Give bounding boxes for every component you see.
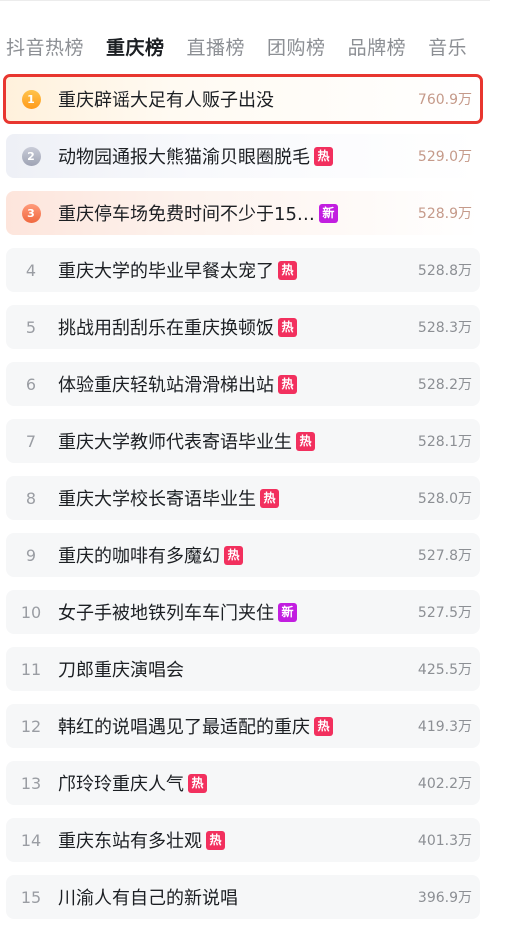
top-divider bbox=[0, 0, 490, 1]
item-title-text: 重庆的咖啡有多魔幻 bbox=[58, 546, 220, 567]
list-item[interactable]: 3 重庆停车场免费时间不少于15… 新 528.9万 bbox=[6, 191, 480, 235]
list-item[interactable]: 9 重庆的咖啡有多魔幻热 527.8万 bbox=[6, 533, 480, 577]
item-title-text: 女子手被地铁列车车门夹住 bbox=[58, 603, 274, 624]
heat-value: 528.9万 bbox=[417, 206, 472, 222]
rank-number: 1 bbox=[18, 77, 44, 121]
heat-value: 528.3万 bbox=[417, 320, 472, 336]
hot-badge: 热 bbox=[206, 830, 225, 850]
rank-number: 9 bbox=[25, 545, 37, 565]
hot-badge: 热 bbox=[296, 431, 315, 451]
hot-badge: 热 bbox=[224, 545, 243, 565]
heat-value: 529.0万 bbox=[417, 149, 472, 165]
rank-number: 7 bbox=[25, 431, 37, 451]
heat-value: 401.3万 bbox=[417, 833, 472, 849]
heat-value: 760.9万 bbox=[417, 92, 472, 108]
rank-number: 14 bbox=[20, 830, 42, 850]
category-tabs: 抖音热榜 重庆榜 直播榜 团购榜 品牌榜 音乐 bbox=[6, 30, 513, 62]
item-title-text: 重庆停车场免费时间不少于15… bbox=[58, 204, 315, 225]
hot-badge: 热 bbox=[278, 260, 297, 280]
rank-number: 15 bbox=[20, 887, 42, 907]
heat-value: 527.5万 bbox=[417, 605, 472, 621]
heat-value: 419.3万 bbox=[417, 719, 472, 735]
rank-number: 10 bbox=[20, 602, 42, 622]
list-item[interactable]: 8 重庆大学校长寄语毕业生热 528.0万 bbox=[6, 476, 480, 520]
tab-1[interactable]: 重庆榜 bbox=[106, 33, 165, 60]
hot-badge: 热 bbox=[278, 374, 297, 394]
heat-value: 528.1万 bbox=[417, 434, 472, 450]
tab-5[interactable]: 音乐 bbox=[428, 33, 467, 60]
item-title: 重庆停车场免费时间不少于15… 新 bbox=[58, 191, 385, 235]
item-title: 动物园通报大熊猫渝贝眼圈脱毛热 bbox=[58, 134, 385, 178]
list-item[interactable]: 4 重庆大学的毕业早餐太宠了热 528.8万 bbox=[6, 248, 480, 292]
tab-3[interactable]: 团购榜 bbox=[267, 33, 326, 60]
list-item[interactable]: 14 重庆东站有多壮观热 401.3万 bbox=[6, 818, 480, 862]
item-title-text: 重庆大学教师代表寄语毕业生 bbox=[58, 432, 292, 453]
rank-number: 11 bbox=[20, 659, 42, 679]
rank-number: 12 bbox=[20, 716, 42, 736]
list-item[interactable]: 13 邝玲玲重庆人气热 402.2万 bbox=[6, 761, 480, 805]
hot-badge: 热 bbox=[260, 488, 279, 508]
item-title-text: 动物园通报大熊猫渝贝眼圈脱毛 bbox=[58, 147, 310, 168]
rank-number: 4 bbox=[25, 260, 37, 280]
item-title: 重庆大学的毕业早餐太宠了热 bbox=[58, 248, 385, 292]
item-title: 女子手被地铁列车车门夹住新 bbox=[58, 590, 385, 634]
item-title-text: 邝玲玲重庆人气 bbox=[58, 774, 184, 795]
heat-value: 402.2万 bbox=[417, 776, 472, 792]
rank-number: 13 bbox=[20, 773, 42, 793]
gold-medal-icon: 1 bbox=[21, 89, 41, 109]
list-item[interactable]: 15 川渝人有自己的新说唱 396.9万 bbox=[6, 875, 480, 919]
item-title: 重庆的咖啡有多魔幻热 bbox=[58, 533, 385, 577]
item-title-text: 重庆东站有多壮观 bbox=[58, 831, 202, 852]
rank-number: 3 bbox=[18, 191, 44, 235]
list-item[interactable]: 7 重庆大学教师代表寄语毕业生热 528.1万 bbox=[6, 419, 480, 463]
hot-badge: 热 bbox=[188, 773, 207, 793]
item-title: 刀郎重庆演唱会 bbox=[58, 647, 385, 691]
item-title: 韩红的说唱遇见了最适配的重庆热 bbox=[58, 704, 385, 748]
tab-0[interactable]: 抖音热榜 bbox=[6, 33, 84, 60]
item-title: 挑战用刮刮乐在重庆换顿饭热 bbox=[58, 305, 385, 349]
list-item[interactable]: 12 韩红的说唱遇见了最适配的重庆热 419.3万 bbox=[6, 704, 480, 748]
rank-number: 6 bbox=[25, 374, 37, 394]
tab-2[interactable]: 直播榜 bbox=[187, 33, 246, 60]
item-title: 重庆大学校长寄语毕业生热 bbox=[58, 476, 385, 520]
bronze-medal-icon: 3 bbox=[21, 203, 41, 223]
item-title-text: 川渝人有自己的新说唱 bbox=[58, 888, 238, 909]
new-badge: 新 bbox=[278, 602, 297, 622]
heat-value: 527.8万 bbox=[417, 548, 472, 564]
item-title-text: 重庆大学的毕业早餐太宠了 bbox=[58, 261, 274, 282]
heat-value: 396.9万 bbox=[417, 890, 472, 906]
item-title: 重庆辟谣大足有人贩子出没 bbox=[58, 77, 385, 121]
item-title-text: 重庆大学校长寄语毕业生 bbox=[58, 489, 256, 510]
item-title-text: 韩红的说唱遇见了最适配的重庆 bbox=[58, 717, 310, 738]
item-title-text: 刀郎重庆演唱会 bbox=[58, 660, 184, 681]
heat-value: 528.2万 bbox=[417, 377, 472, 393]
item-title-text: 挑战用刮刮乐在重庆换顿饭 bbox=[58, 318, 274, 339]
rank-number: 2 bbox=[18, 134, 44, 178]
rank-number: 5 bbox=[25, 317, 37, 337]
heat-value: 425.5万 bbox=[417, 662, 472, 678]
item-title: 重庆大学教师代表寄语毕业生热 bbox=[58, 419, 385, 463]
hot-badge: 热 bbox=[314, 146, 333, 166]
rank-number: 8 bbox=[25, 488, 37, 508]
list-item[interactable]: 5 挑战用刮刮乐在重庆换顿饭热 528.3万 bbox=[6, 305, 480, 349]
list-item[interactable]: 2 动物园通报大熊猫渝贝眼圈脱毛热 529.0万 bbox=[6, 134, 480, 178]
tab-4[interactable]: 品牌榜 bbox=[348, 33, 407, 60]
silver-medal-icon: 2 bbox=[21, 146, 41, 166]
hot-list: 1 重庆辟谣大足有人贩子出没 760.9万 2 动物园通报大熊猫渝贝眼圈脱毛热 529.0… bbox=[3, 74, 483, 932]
item-title-text: 重庆辟谣大足有人贩子出没 bbox=[58, 90, 274, 111]
list-item[interactable]: 6 体验重庆轻轨站滑滑梯出站热 528.2万 bbox=[6, 362, 480, 406]
list-item[interactable]: 10 女子手被地铁列车车门夹住新 527.5万 bbox=[6, 590, 480, 634]
item-title-text: 体验重庆轻轨站滑滑梯出站 bbox=[58, 375, 274, 396]
hot-badge: 热 bbox=[314, 716, 333, 736]
new-badge: 新 bbox=[318, 203, 338, 223]
item-title: 邝玲玲重庆人气热 bbox=[58, 761, 385, 805]
item-title: 川渝人有自己的新说唱 bbox=[58, 875, 385, 919]
hot-badge: 热 bbox=[278, 317, 297, 337]
item-title: 体验重庆轻轨站滑滑梯出站热 bbox=[58, 362, 385, 406]
heat-value: 528.0万 bbox=[417, 491, 472, 507]
list-item[interactable]: 11 刀郎重庆演唱会 425.5万 bbox=[6, 647, 480, 691]
list-item[interactable]: 1 重庆辟谣大足有人贩子出没 760.9万 bbox=[3, 74, 483, 124]
heat-value: 528.8万 bbox=[417, 263, 472, 279]
item-title: 重庆东站有多壮观热 bbox=[58, 818, 385, 862]
